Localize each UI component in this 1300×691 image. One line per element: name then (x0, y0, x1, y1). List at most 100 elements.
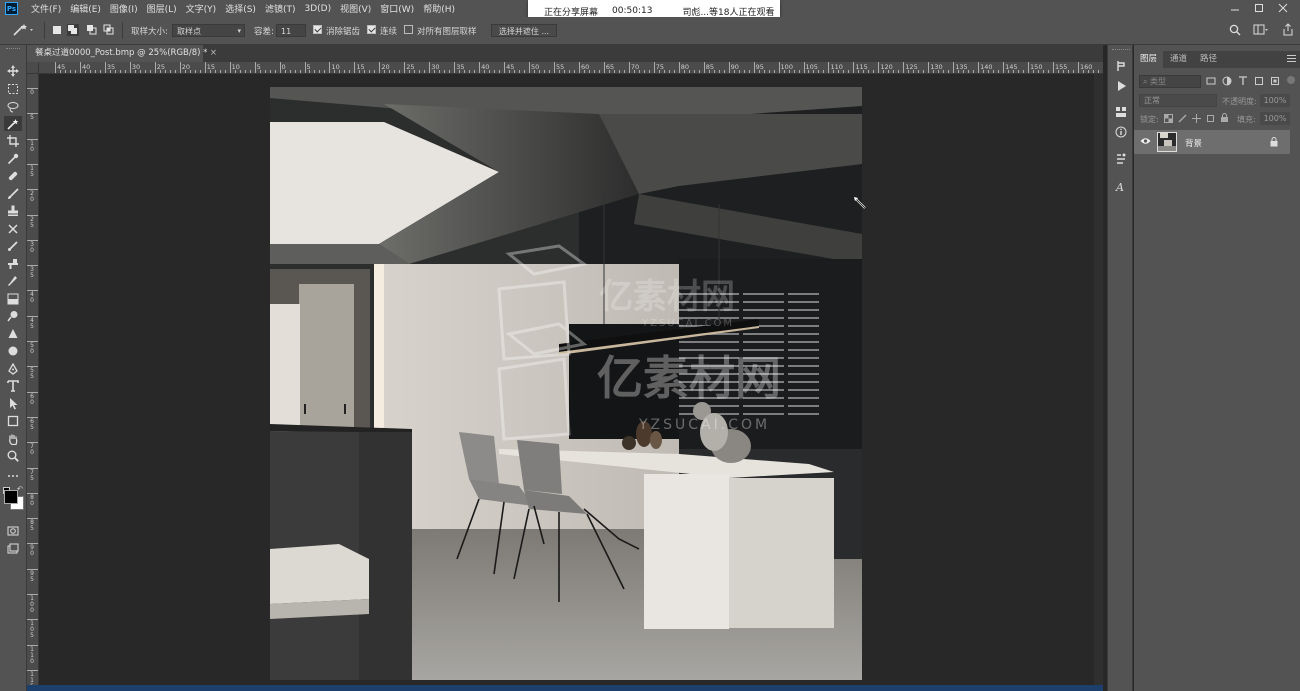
paint-bucket-tool-icon[interactable] (4, 291, 22, 306)
share-icon[interactable] (1282, 23, 1294, 36)
intersect-selection-icon[interactable] (103, 24, 115, 36)
smudge-tool-icon[interactable] (4, 273, 22, 288)
sharpen-tool-icon[interactable] (4, 343, 22, 358)
actions-panel-icon[interactable] (1113, 78, 1129, 94)
document-tab[interactable]: 餐桌过道0000_Post.bmp @ 25%(RGB/8) * × (27, 45, 217, 62)
history-panel-icon[interactable] (1113, 58, 1129, 74)
clone-stamp-tool-icon[interactable] (4, 203, 22, 218)
magic-wand-tool-preset-icon[interactable] (12, 23, 36, 37)
menu-filter[interactable]: 滤镜(T) (265, 2, 296, 15)
horizontal-ruler[interactable]: 45 40 35 30 25 20 15 10 5 0 5 10 15 20 25 30 35 40 45 50 55 6… (27, 62, 1103, 74)
layer-visibility-eye-icon[interactable] (1140, 137, 1151, 145)
swap-colors-icon[interactable]: ↶ (17, 485, 23, 493)
menu-view[interactable]: 视图(V) (340, 2, 371, 15)
menu-help[interactable]: 帮助(H) (423, 2, 455, 15)
filter-adjustment-icon[interactable] (1222, 76, 1232, 86)
lock-all-icon[interactable] (1220, 113, 1229, 123)
filter-type-icon[interactable] (1238, 76, 1248, 86)
tab-paths[interactable]: 路径 (1194, 51, 1223, 68)
lock-transparent-icon[interactable] (1164, 114, 1173, 123)
select-and-mask-button[interactable]: 选择并遮住 ... (491, 24, 557, 37)
ruler-h-tick (953, 62, 955, 73)
sample-all-layers-checkbox[interactable] (404, 25, 413, 34)
search-icon[interactable] (1229, 24, 1241, 36)
vertical-ruler[interactable]: 0 5 10 15 20 25 30 35 40 45 50 55 60 65 70 75 80 85 90 95 10… (27, 74, 39, 691)
filter-smart-object-icon[interactable] (1270, 76, 1280, 86)
healing-brush-tool-icon[interactable] (4, 168, 22, 183)
type-tool-icon[interactable] (4, 378, 22, 393)
adjustments-panel-icon[interactable] (1113, 151, 1129, 167)
toolbar-grip[interactable] (6, 48, 20, 51)
shape-tool-icon[interactable] (4, 413, 22, 428)
menu-type[interactable]: 文字(Y) (186, 2, 217, 15)
menu-file[interactable]: 文件(F) (31, 2, 61, 15)
brush-tool-icon[interactable] (4, 186, 22, 201)
magic-wand-tool-icon[interactable] (4, 116, 22, 131)
character-panel-icon[interactable]: A (1113, 179, 1129, 195)
menu-3d[interactable]: 3D(D) (304, 4, 331, 14)
dodge-tool-icon[interactable] (4, 308, 22, 323)
tab-channels[interactable]: 通道 (1164, 51, 1193, 68)
panel-grip[interactable] (1112, 49, 1130, 50)
sample-size-select[interactable]: 取样点 ▾ (172, 24, 245, 37)
history-brush-tool-icon[interactable] (4, 221, 22, 236)
antialias-checkbox[interactable] (313, 25, 322, 34)
info-panel-icon[interactable] (1113, 124, 1129, 140)
restore-icon[interactable] (1254, 2, 1264, 14)
foreground-color-swatch[interactable] (4, 490, 18, 504)
layer-row-background[interactable]: 背景 (1134, 130, 1290, 154)
panel-menu-icon[interactable] (1287, 54, 1296, 63)
filter-pixel-icon[interactable] (1206, 76, 1216, 86)
filter-toggle-icon[interactable] (1287, 76, 1295, 84)
fill-input[interactable]: 100% (1260, 112, 1290, 125)
lock-position-icon[interactable] (1192, 114, 1201, 123)
filter-shape-icon[interactable] (1254, 76, 1264, 86)
path-selection-tool-icon[interactable] (4, 396, 22, 411)
blur-tool-icon[interactable] (4, 326, 22, 341)
lock-image-icon[interactable] (1178, 114, 1187, 123)
tab-layers[interactable]: 图层 (1134, 51, 1164, 68)
canvas-area[interactable]: 亿素材网 亿素材网 YZSUCAI.COM YZSUCAI.COM (39, 74, 1103, 685)
lasso-tool-icon[interactable] (4, 99, 22, 114)
subtract-from-selection-icon[interactable] (86, 24, 98, 36)
blend-mode-select[interactable]: 正常 (1139, 94, 1217, 107)
close-tab-icon[interactable]: × (210, 45, 217, 62)
share-viewers[interactable]: 司彪...等18人正在观看 (682, 5, 774, 18)
menu-image[interactable]: 图像(I) (110, 2, 138, 15)
close-window-icon[interactable] (1278, 2, 1288, 14)
color-swatches[interactable]: ↶ (2, 485, 26, 515)
crop-tool-icon[interactable] (4, 133, 22, 148)
menu-window[interactable]: 窗口(W) (380, 2, 414, 15)
opacity-input[interactable]: 100% (1260, 94, 1290, 107)
ruler-origin[interactable] (27, 62, 39, 74)
marquee-tool-icon[interactable] (4, 81, 22, 96)
menu-edit[interactable]: 编辑(E) (70, 2, 101, 15)
quick-mask-icon[interactable] (4, 523, 22, 538)
eraser-tool-icon[interactable] (4, 238, 22, 253)
new-selection-icon[interactable] (52, 25, 62, 35)
pen-tool-icon[interactable] (4, 361, 22, 376)
lock-artboard-icon[interactable] (1206, 114, 1215, 123)
more-tools-icon[interactable] (4, 468, 22, 483)
gradient-tool-icon[interactable] (4, 256, 22, 271)
add-to-selection-icon[interactable] (67, 24, 79, 36)
document-image[interactable]: 亿素材网 亿素材网 YZSUCAI.COM YZSUCAI.COM (39, 74, 1103, 685)
menu-layer[interactable]: 图层(L) (147, 2, 177, 15)
hand-tool-icon[interactable] (4, 431, 22, 446)
layer-filter-select[interactable]: ⌕ 类型 (1139, 75, 1201, 88)
photoshop-logo-icon[interactable]: Ps (5, 2, 18, 15)
layer-name[interactable]: 背景 (1185, 137, 1202, 149)
tolerance-input[interactable]: 11 (276, 24, 306, 37)
move-tool-icon[interactable] (4, 63, 22, 78)
screen-mode-icon[interactable] (4, 541, 22, 556)
vertical-scrollbar[interactable] (1094, 74, 1103, 685)
contiguous-checkbox[interactable] (367, 25, 376, 34)
minimize-icon[interactable] (1230, 2, 1240, 14)
layer-lock-icon (1270, 137, 1278, 147)
ruler-h-minor-tick (464, 70, 466, 73)
menu-select[interactable]: 选择(S) (225, 2, 256, 15)
properties-panel-icon[interactable] (1113, 104, 1129, 120)
eyedropper-tool-icon[interactable] (4, 151, 22, 166)
zoom-tool-icon[interactable] (4, 448, 22, 463)
workspace-icon[interactable] (1253, 24, 1269, 36)
